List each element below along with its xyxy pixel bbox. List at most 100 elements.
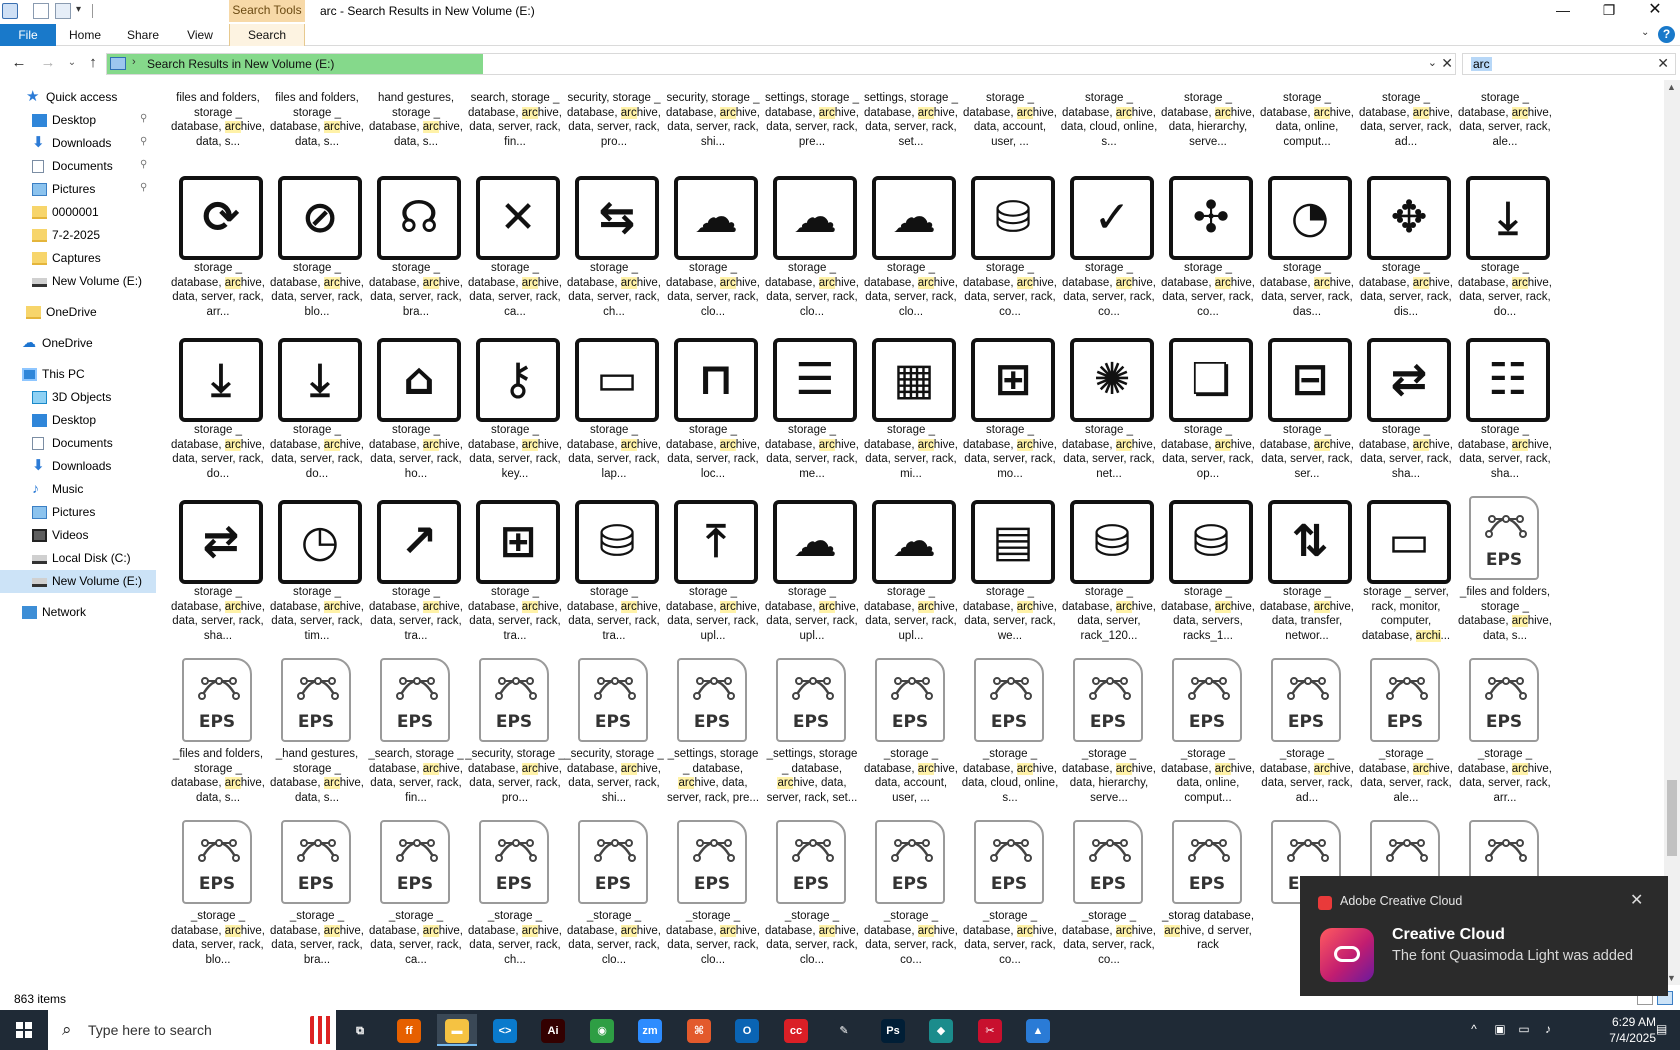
file-item[interactable]: ⛁files and folders, storage _ database, … [267,80,367,156]
file-item[interactable]: ✓ storage _ database, archive, data, serv… [1059,168,1159,326]
file-item[interactable]: ▭ storage _ server, rack, monitor, comput… [1356,492,1456,650]
scroll-up-icon[interactable]: ▲ [1667,82,1676,92]
sidebar-item-desktop[interactable]: Desktop [0,409,156,432]
file-item[interactable]: EPS _settings, storage _ database, archiv… [663,654,763,812]
clear-search-icon[interactable]: ✕ [1657,55,1669,72]
minimize-button[interactable]: — [1540,0,1586,22]
file-item[interactable]: EPS _storage _ database, archive, data, s… [1257,654,1357,812]
chrome-taskbar-icon[interactable]: ◉ [582,1014,622,1046]
file-item[interactable]: ⌂ storage _ database, archive, data, serv… [366,330,466,488]
address-bar[interactable]: › Search Results in New Volume (E:) ⌄ ✕ [106,53,1456,75]
sidebar-item-network[interactable]: Network [0,601,156,624]
file-item[interactable]: EPS _storage _ database, archive, data, s… [1059,816,1159,974]
clock[interactable]: 6:29 AM 7/4/2025 [1596,1014,1656,1046]
file-item[interactable]: ✕ storage _ database, archive, data, serv… [465,168,565,326]
file-item[interactable]: ☁ storage _ database, archive, data, serv… [762,492,862,650]
address-dropdown-icon[interactable]: ⌄ [1428,56,1437,69]
start-button[interactable] [0,1010,48,1050]
meet-now-icon[interactable]: ▣ [1492,1022,1508,1038]
file-item[interactable]: ⛁storage _ database, archive, data, serv… [1059,492,1159,650]
search-box[interactable]: arc ✕ [1462,53,1676,75]
action-center-icon[interactable]: ▤ [1656,1022,1674,1038]
file-item[interactable]: ☁ storage _ database, archive, data, serv… [861,492,961,650]
sidebar-item-onedrive[interactable]: ☁ OneDrive [0,332,156,355]
file-item[interactable]: ⛁storage _ database, archive, data, acco… [960,80,1060,156]
sidebar-item-this-pc[interactable]: This PC [0,363,156,386]
file-item[interactable]: EPS _files and folders, storage _ databas… [1455,492,1555,650]
sidebar-item-pictures[interactable]: Pictures [0,501,156,524]
scroll-down-icon[interactable]: ▼ [1667,973,1676,983]
illustrator-taskbar-icon[interactable]: Ai [533,1014,573,1046]
file-item[interactable]: EPS _storage _ database, archive, data, s… [168,816,268,974]
file-item[interactable]: ✺ storage _ database, archive, data, serv… [1059,330,1159,488]
sidebar-item-onedrive[interactable]: OneDrive [0,301,156,324]
file-item[interactable]: ⛁storage _ database, archive, data, hier… [1158,80,1258,156]
file-item[interactable]: ◔ storage _ database, archive, data, serv… [1257,168,1357,326]
file-item[interactable]: ▦ storage _ database, archive, data, serv… [861,330,961,488]
sidebar-item-local-disk-c[interactable]: Local Disk (C:) [0,547,156,570]
file-item[interactable]: EPS _storage _ database, archive, data, s… [564,816,664,974]
file-item[interactable]: ⛁security, storage _ database, archive, … [564,80,664,156]
file-item[interactable]: EPS _security, storage _ database, archiv… [465,654,565,812]
vscode-taskbar-icon[interactable]: <> [485,1014,525,1046]
file-item[interactable]: ⊟ storage _ database, archive, data, serv… [1257,330,1357,488]
file-item[interactable]: EPS _storage _ database, archive, data, h… [1059,654,1159,812]
file-item[interactable]: EPS _storage _ database, archive, data, c… [960,654,1060,812]
breadcrumb[interactable]: Search Results in New Volume (E:) [147,57,334,71]
file-item[interactable]: ☁ storage _ database, archive, data, serv… [861,168,961,326]
notification-toast[interactable]: Adobe Creative Cloud ✕ Creative Cloud Th… [1300,876,1668,996]
tab-file[interactable]: File [0,24,56,46]
properties-icon[interactable] [33,3,49,19]
file-item[interactable]: ⇅ storage _ database, archive, data, tran… [1257,492,1357,650]
toast-close-icon[interactable]: ✕ [1630,890,1643,910]
file-item[interactable]: EPS _storage _ database, archive, data, a… [861,654,961,812]
volume-icon[interactable]: ♪ [1540,1022,1556,1038]
file-item[interactable]: ⛁storage _ database, archive, data, serv… [1356,80,1456,156]
file-item[interactable]: ⊘ storage _ database, archive, data, serv… [267,168,367,326]
file-item[interactable]: ↗ storage _ database, archive, data, serv… [366,492,466,650]
customize-quick-access-dropdown-icon[interactable]: ▾ [76,4,88,20]
search-highlight-icon[interactable] [310,1016,334,1044]
taskbar-search-box[interactable]: ⌕ Type here to search [48,1010,336,1050]
file-item[interactable]: ☁ storage _ database, archive, data, serv… [762,168,862,326]
file-item[interactable]: ⛁storage _ database, archive, data, serv… [960,168,1060,326]
file-item[interactable]: ☊ storage _ database, archive, data, serv… [366,168,466,326]
close-button[interactable]: ✕ [1632,0,1678,22]
tab-share[interactable]: Share [118,24,168,46]
file-item[interactable]: ⛁settings, storage _ database, archive, … [861,80,961,156]
file-item[interactable]: ⇆ storage _ database, archive, data, serv… [564,168,664,326]
file-item[interactable]: EPS _hand gestures, storage _ database, a… [267,654,367,812]
file-item[interactable]: ⊞ storage _ database, archive, data, serv… [960,330,1060,488]
firefox-taskbar-icon[interactable]: ff [389,1014,429,1046]
photoshop-taskbar-icon[interactable]: Ps [873,1014,913,1046]
file-item[interactable]: ❏ storage _ database, archive, data, serv… [1158,330,1258,488]
sidebar-item-new-volume-e[interactable]: New Volume (E:) [0,570,156,593]
scroll-thumb[interactable] [1667,780,1677,856]
sidebar-item-desktop[interactable]: Desktop ⚲ [0,109,156,132]
file-explorer-taskbar-icon[interactable]: ▬ [437,1014,477,1046]
sidebar-item-downloads[interactable]: ⬇ Downloads [0,455,156,478]
file-item[interactable]: EPS _storage _ database, archive, data, s… [1356,654,1456,812]
file-item[interactable]: ⊓ storage _ database, archive, data, serv… [663,330,763,488]
tab-view[interactable]: View [174,24,226,46]
file-item[interactable]: ⛁files and folders, storage _ database, … [168,80,268,156]
sidebar-item-documents[interactable]: Documents ⚲ [0,155,156,178]
maximize-button[interactable]: ❐ [1586,0,1632,22]
file-item[interactable]: ⊞ storage _ database, archive, data, serv… [465,492,565,650]
zoom-taskbar-icon[interactable]: zm [630,1014,670,1046]
app-orange-taskbar-icon[interactable]: ⌘ [679,1014,719,1046]
file-item[interactable]: ✥ storage _ database, archive, data, serv… [1356,168,1456,326]
sidebar-item-music[interactable]: ♪ Music [0,478,156,501]
file-item[interactable]: ⛁security, storage _ database, archive, … [663,80,763,156]
file-item[interactable]: ⤓ storage _ database, archive, data, serv… [168,330,268,488]
file-item[interactable]: ⤒ storage _ database, archive, data, serv… [663,492,763,650]
sidebar-item-new-volume-e[interactable]: New Volume (E:) [0,270,156,293]
outlook-taskbar-icon[interactable]: O [727,1014,767,1046]
task-view-taskbar-icon[interactable]: ⧉ [340,1014,380,1046]
file-item[interactable]: ⛁storage _ database, archive, data, serv… [1158,492,1258,650]
file-item[interactable]: ⇄ storage _ database, archive, data, serv… [168,492,268,650]
expand-ribbon-chevron-icon[interactable]: ⌄ [1641,27,1649,38]
file-item[interactable]: EPS _security, storage _ database, archiv… [564,654,664,812]
file-item[interactable]: EPS _settings, storage _ database, archiv… [762,654,862,812]
file-item[interactable]: ◷ storage _ database, archive, data, serv… [267,492,367,650]
